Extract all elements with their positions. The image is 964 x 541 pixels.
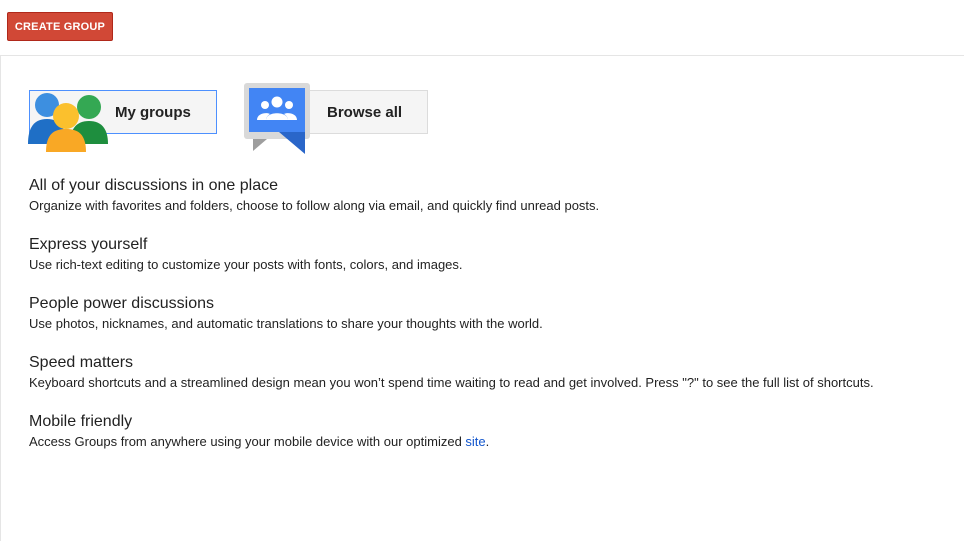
feature-item: Speed matters Keyboard shortcuts and a s… bbox=[29, 353, 949, 393]
feature-title: Mobile friendly bbox=[29, 413, 133, 430]
feature-description: Access Groups from anywhere using your m… bbox=[29, 432, 949, 452]
feature-description-text: Access Groups from anywhere using your m… bbox=[29, 434, 466, 449]
top-toolbar: CREATE GROUP bbox=[0, 0, 964, 56]
people-group-icon bbox=[28, 93, 108, 152]
feature-title: Express yourself bbox=[29, 236, 148, 253]
feature-description-suffix: . bbox=[485, 434, 490, 449]
feature-title: Speed matters bbox=[29, 354, 134, 371]
feature-description: Keyboard shortcuts and a streamlined des… bbox=[29, 375, 874, 390]
feature-description: Use photos, nicknames, and automatic tra… bbox=[29, 316, 543, 331]
my-groups-label: My groups bbox=[115, 103, 191, 121]
create-group-button[interactable]: CREATE GROUP bbox=[7, 12, 113, 41]
feature-item: People power discussions Use photos, nic… bbox=[29, 294, 949, 334]
browse-all-label: Browse all bbox=[327, 103, 403, 121]
feature-description: Use rich-text editing to customize your … bbox=[29, 257, 463, 272]
feature-item: All of your discussions in one place Org… bbox=[29, 176, 949, 216]
content-left-border bbox=[0, 56, 1, 541]
feature-item: Mobile friendly Access Groups from anywh… bbox=[29, 412, 949, 452]
browse-all-button[interactable]: Browse all bbox=[305, 90, 428, 134]
browse-groups-icon bbox=[244, 83, 310, 154]
feature-description: Organize with favorites and folders, cho… bbox=[29, 198, 600, 213]
feature-title: All of your discussions in one place bbox=[29, 177, 279, 194]
mobile-site-link[interactable]: site bbox=[465, 434, 485, 449]
feature-item: Express yourself Use rich-text editing t… bbox=[29, 235, 949, 275]
feature-list: All of your discussions in one place Org… bbox=[29, 176, 949, 471]
feature-title: People power discussions bbox=[29, 295, 214, 312]
